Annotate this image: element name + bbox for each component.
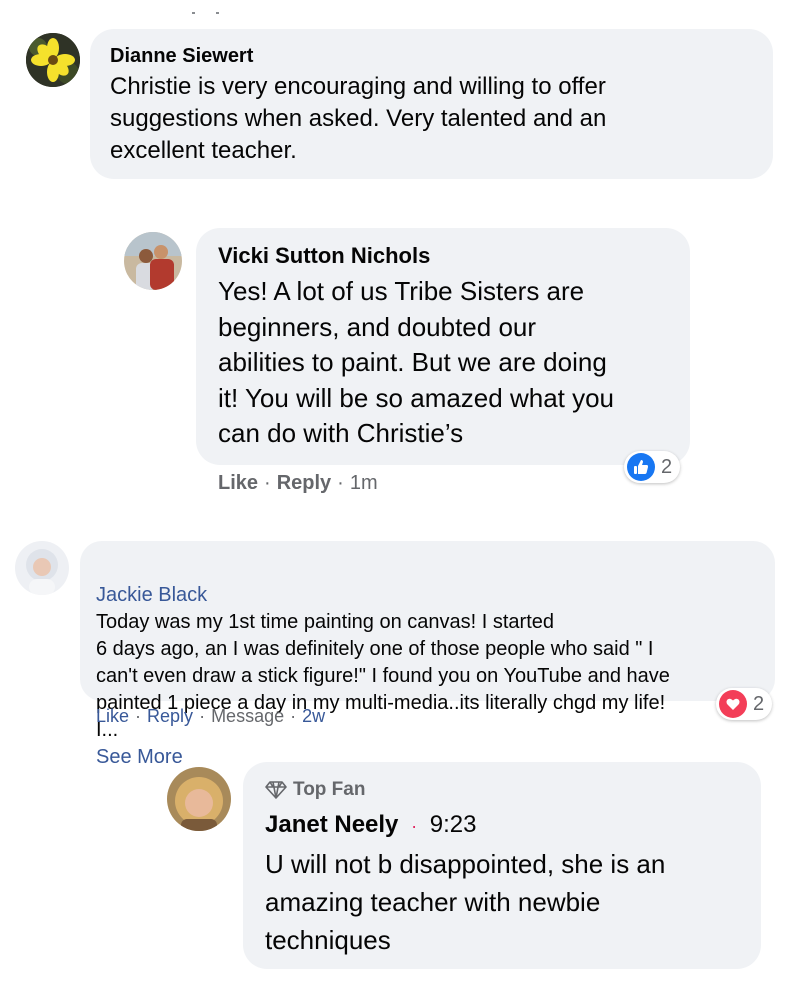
heart-reaction-icon bbox=[719, 690, 747, 718]
comment-bubble: Dianne Siewert Christie is very encourag… bbox=[90, 29, 773, 179]
message-button[interactable]: Message bbox=[211, 706, 284, 726]
comment-timestamp[interactable]: 1m bbox=[350, 472, 378, 494]
reaction-count: 2 bbox=[753, 692, 765, 715]
like-button[interactable]: Like bbox=[218, 472, 258, 494]
comment-actions: Like · Reply · Message · 2w bbox=[96, 706, 326, 726]
reply-button[interactable]: Reply bbox=[147, 706, 193, 726]
truncated-actions-remnant bbox=[192, 8, 232, 16]
comment-text: U will not b disappointed, she is an ama… bbox=[265, 849, 666, 955]
reaction-pill[interactable]: 2 bbox=[624, 451, 681, 483]
top-fan-badge: Top Fan bbox=[265, 776, 739, 804]
avatar[interactable] bbox=[167, 767, 231, 831]
comment-author[interactable]: Vicki Sutton Nichols bbox=[218, 242, 668, 270]
comment-bubble: Top Fan Janet Neely · 9:23 U will not b … bbox=[243, 762, 761, 969]
reaction-pill[interactable]: 2 bbox=[716, 688, 773, 720]
profile-photo-avatar-icon bbox=[167, 767, 231, 831]
comment-timestamp[interactable]: 2w bbox=[302, 706, 325, 726]
comment-actions: Like · Reply · 1m bbox=[218, 472, 378, 494]
like-reaction-icon bbox=[627, 453, 655, 481]
comment-author[interactable]: Dianne Siewert bbox=[110, 43, 753, 69]
avatar[interactable] bbox=[26, 33, 80, 87]
comment-text: Yes! A lot of us Tribe Sisters are begin… bbox=[218, 276, 615, 448]
avatar[interactable] bbox=[124, 232, 182, 290]
comment-bubble: Vicki Sutton Nichols Yes! A lot of us Tr… bbox=[196, 228, 690, 465]
comment-author[interactable]: Jackie Black bbox=[96, 584, 207, 606]
reaction-count: 2 bbox=[661, 455, 673, 478]
badge-label: Top Fan bbox=[293, 779, 366, 800]
comment-text: Christie is very encouraging and willing… bbox=[110, 73, 607, 164]
flower-avatar-icon bbox=[26, 33, 80, 87]
comment-timestamp[interactable]: 9:23 bbox=[430, 811, 477, 838]
see-more-link[interactable]: See More bbox=[96, 746, 183, 768]
reply-button[interactable]: Reply bbox=[277, 472, 331, 494]
comment-author[interactable]: Janet Neely bbox=[265, 811, 398, 838]
profile-photo-avatar-icon bbox=[15, 541, 69, 595]
avatar[interactable] bbox=[15, 541, 69, 595]
like-button[interactable]: Like bbox=[96, 706, 129, 726]
diamond-icon bbox=[265, 781, 287, 799]
comment-bubble: Jackie Black Today was my 1st time paint… bbox=[80, 541, 775, 768]
couple-photo-avatar-icon bbox=[124, 232, 182, 290]
